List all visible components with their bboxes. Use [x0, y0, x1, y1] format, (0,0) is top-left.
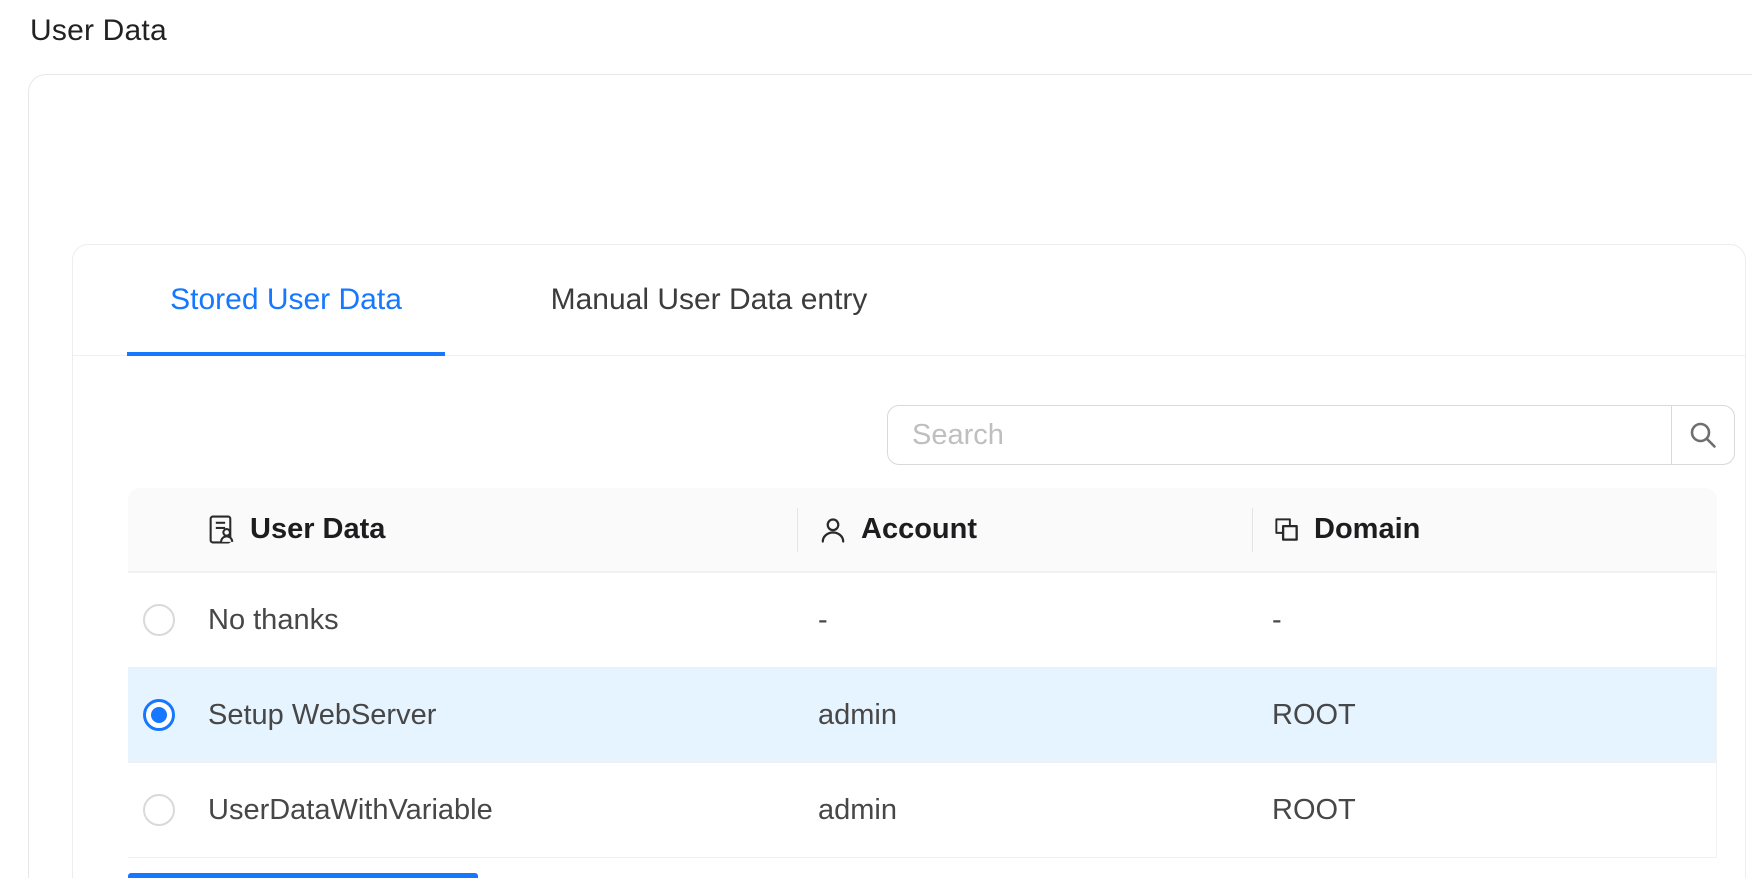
- solution-icon: [206, 514, 237, 545]
- bottom-accent-bar: [128, 873, 478, 878]
- search-icon: [1687, 419, 1719, 451]
- radio-button[interactable]: [143, 794, 175, 826]
- tab-bar: Stored User Data Manual User Data entry: [73, 245, 1745, 356]
- tab-manual-user-data-entry[interactable]: Manual User Data entry: [538, 245, 880, 355]
- table-row-setup-webserver[interactable]: Setup WebServer admin ROOT: [128, 668, 1716, 763]
- column-label: Account: [861, 513, 977, 546]
- domain-cell: ROOT: [1252, 794, 1716, 827]
- page-title: User Data: [30, 14, 167, 48]
- domain-cell: -: [1252, 604, 1716, 637]
- account-cell: admin: [797, 699, 1252, 732]
- table-body: No thanks - - Setup WebServer admin ROOT…: [128, 573, 1717, 858]
- user-icon: [818, 515, 848, 545]
- table-row-userdatawithvariable[interactable]: UserDataWithVariable admin ROOT: [128, 763, 1716, 858]
- account-cell: -: [797, 604, 1252, 637]
- block-icon: [1272, 515, 1301, 544]
- column-label: Domain: [1314, 513, 1420, 546]
- table-header-row: User Data Account Domain: [128, 488, 1717, 573]
- user-data-table: User Data Account Domain: [128, 488, 1717, 858]
- user-data-cell: No thanks: [208, 604, 339, 637]
- column-header-account: Account: [797, 488, 1252, 571]
- user-data-cell: Setup WebServer: [208, 699, 436, 732]
- tab-stored-user-data[interactable]: Stored User Data: [127, 245, 445, 355]
- radio-button[interactable]: [143, 699, 175, 731]
- table-row-no-thanks[interactable]: No thanks - -: [128, 573, 1716, 668]
- column-header-user-data: User Data: [128, 488, 797, 571]
- user-data-cell: UserDataWithVariable: [208, 794, 493, 827]
- active-tab-indicator: [127, 352, 445, 356]
- column-header-domain: Domain: [1252, 488, 1717, 571]
- account-cell: admin: [797, 794, 1252, 827]
- search-input[interactable]: [887, 405, 1672, 465]
- search-control: [887, 405, 1735, 465]
- column-label: User Data: [250, 513, 385, 546]
- search-button[interactable]: [1671, 405, 1735, 465]
- domain-cell: ROOT: [1252, 699, 1716, 732]
- radio-button[interactable]: [143, 604, 175, 636]
